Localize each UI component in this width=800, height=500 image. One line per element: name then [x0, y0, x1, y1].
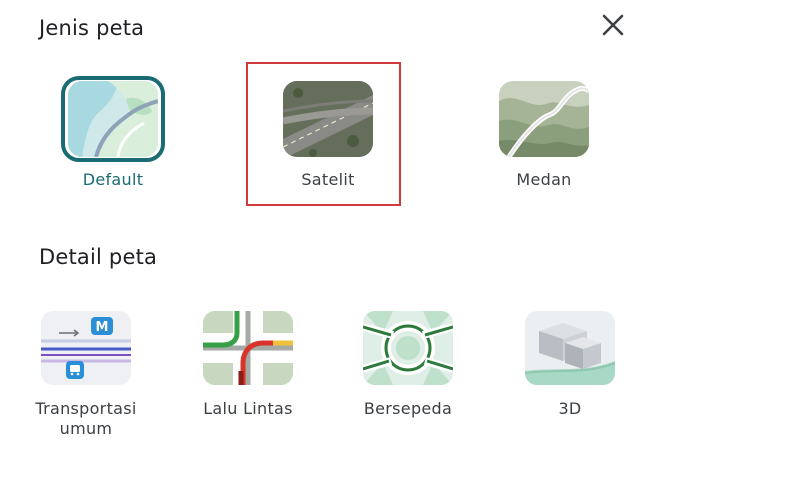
- detail-transit[interactable]: M Transportasi umum: [16, 311, 156, 439]
- transit-label-line1: Transportasi: [35, 399, 137, 418]
- terrain-map-thumbnail: [499, 81, 589, 157]
- detail-biking[interactable]: Bersepeda: [338, 311, 478, 419]
- transit-label-line2: umum: [59, 419, 113, 438]
- close-icon: [602, 14, 624, 36]
- transit-thumbnail: M: [41, 311, 131, 385]
- 3d-thumbnail: [525, 311, 615, 385]
- detail-3d-label: 3D: [558, 399, 582, 418]
- svg-text:M: M: [96, 320, 109, 335]
- detail-traffic[interactable]: Lalu Lintas: [178, 311, 318, 419]
- satellite-map-thumbnail: [283, 81, 373, 157]
- default-map-thumbnail: [68, 81, 158, 157]
- detail-biking-label: Bersepeda: [363, 399, 453, 418]
- terrain-thumbnail-frame: [492, 76, 596, 162]
- close-button[interactable]: [596, 8, 630, 42]
- default-thumbnail-frame: [61, 76, 165, 162]
- map-type-title: Jenis peta: [39, 16, 145, 40]
- map-type-default-label: Default: [82, 170, 144, 189]
- map-details-title: Detail peta: [39, 245, 158, 269]
- traffic-thumbnail: [203, 311, 293, 385]
- biking-thumbnail: [363, 311, 453, 385]
- detail-traffic-label: Lalu Lintas: [203, 399, 293, 418]
- map-type-satellite[interactable]: Satelit: [248, 76, 408, 189]
- map-type-terrain-label: Medan: [516, 170, 572, 189]
- map-type-default[interactable]: Default: [33, 76, 193, 189]
- satellite-thumbnail-frame: [276, 76, 380, 162]
- map-type-satellite-label: Satelit: [301, 170, 355, 189]
- detail-3d[interactable]: 3D: [500, 311, 640, 419]
- detail-transit-label: Transportasi umum: [35, 399, 136, 439]
- map-type-terrain[interactable]: Medan: [464, 76, 624, 189]
